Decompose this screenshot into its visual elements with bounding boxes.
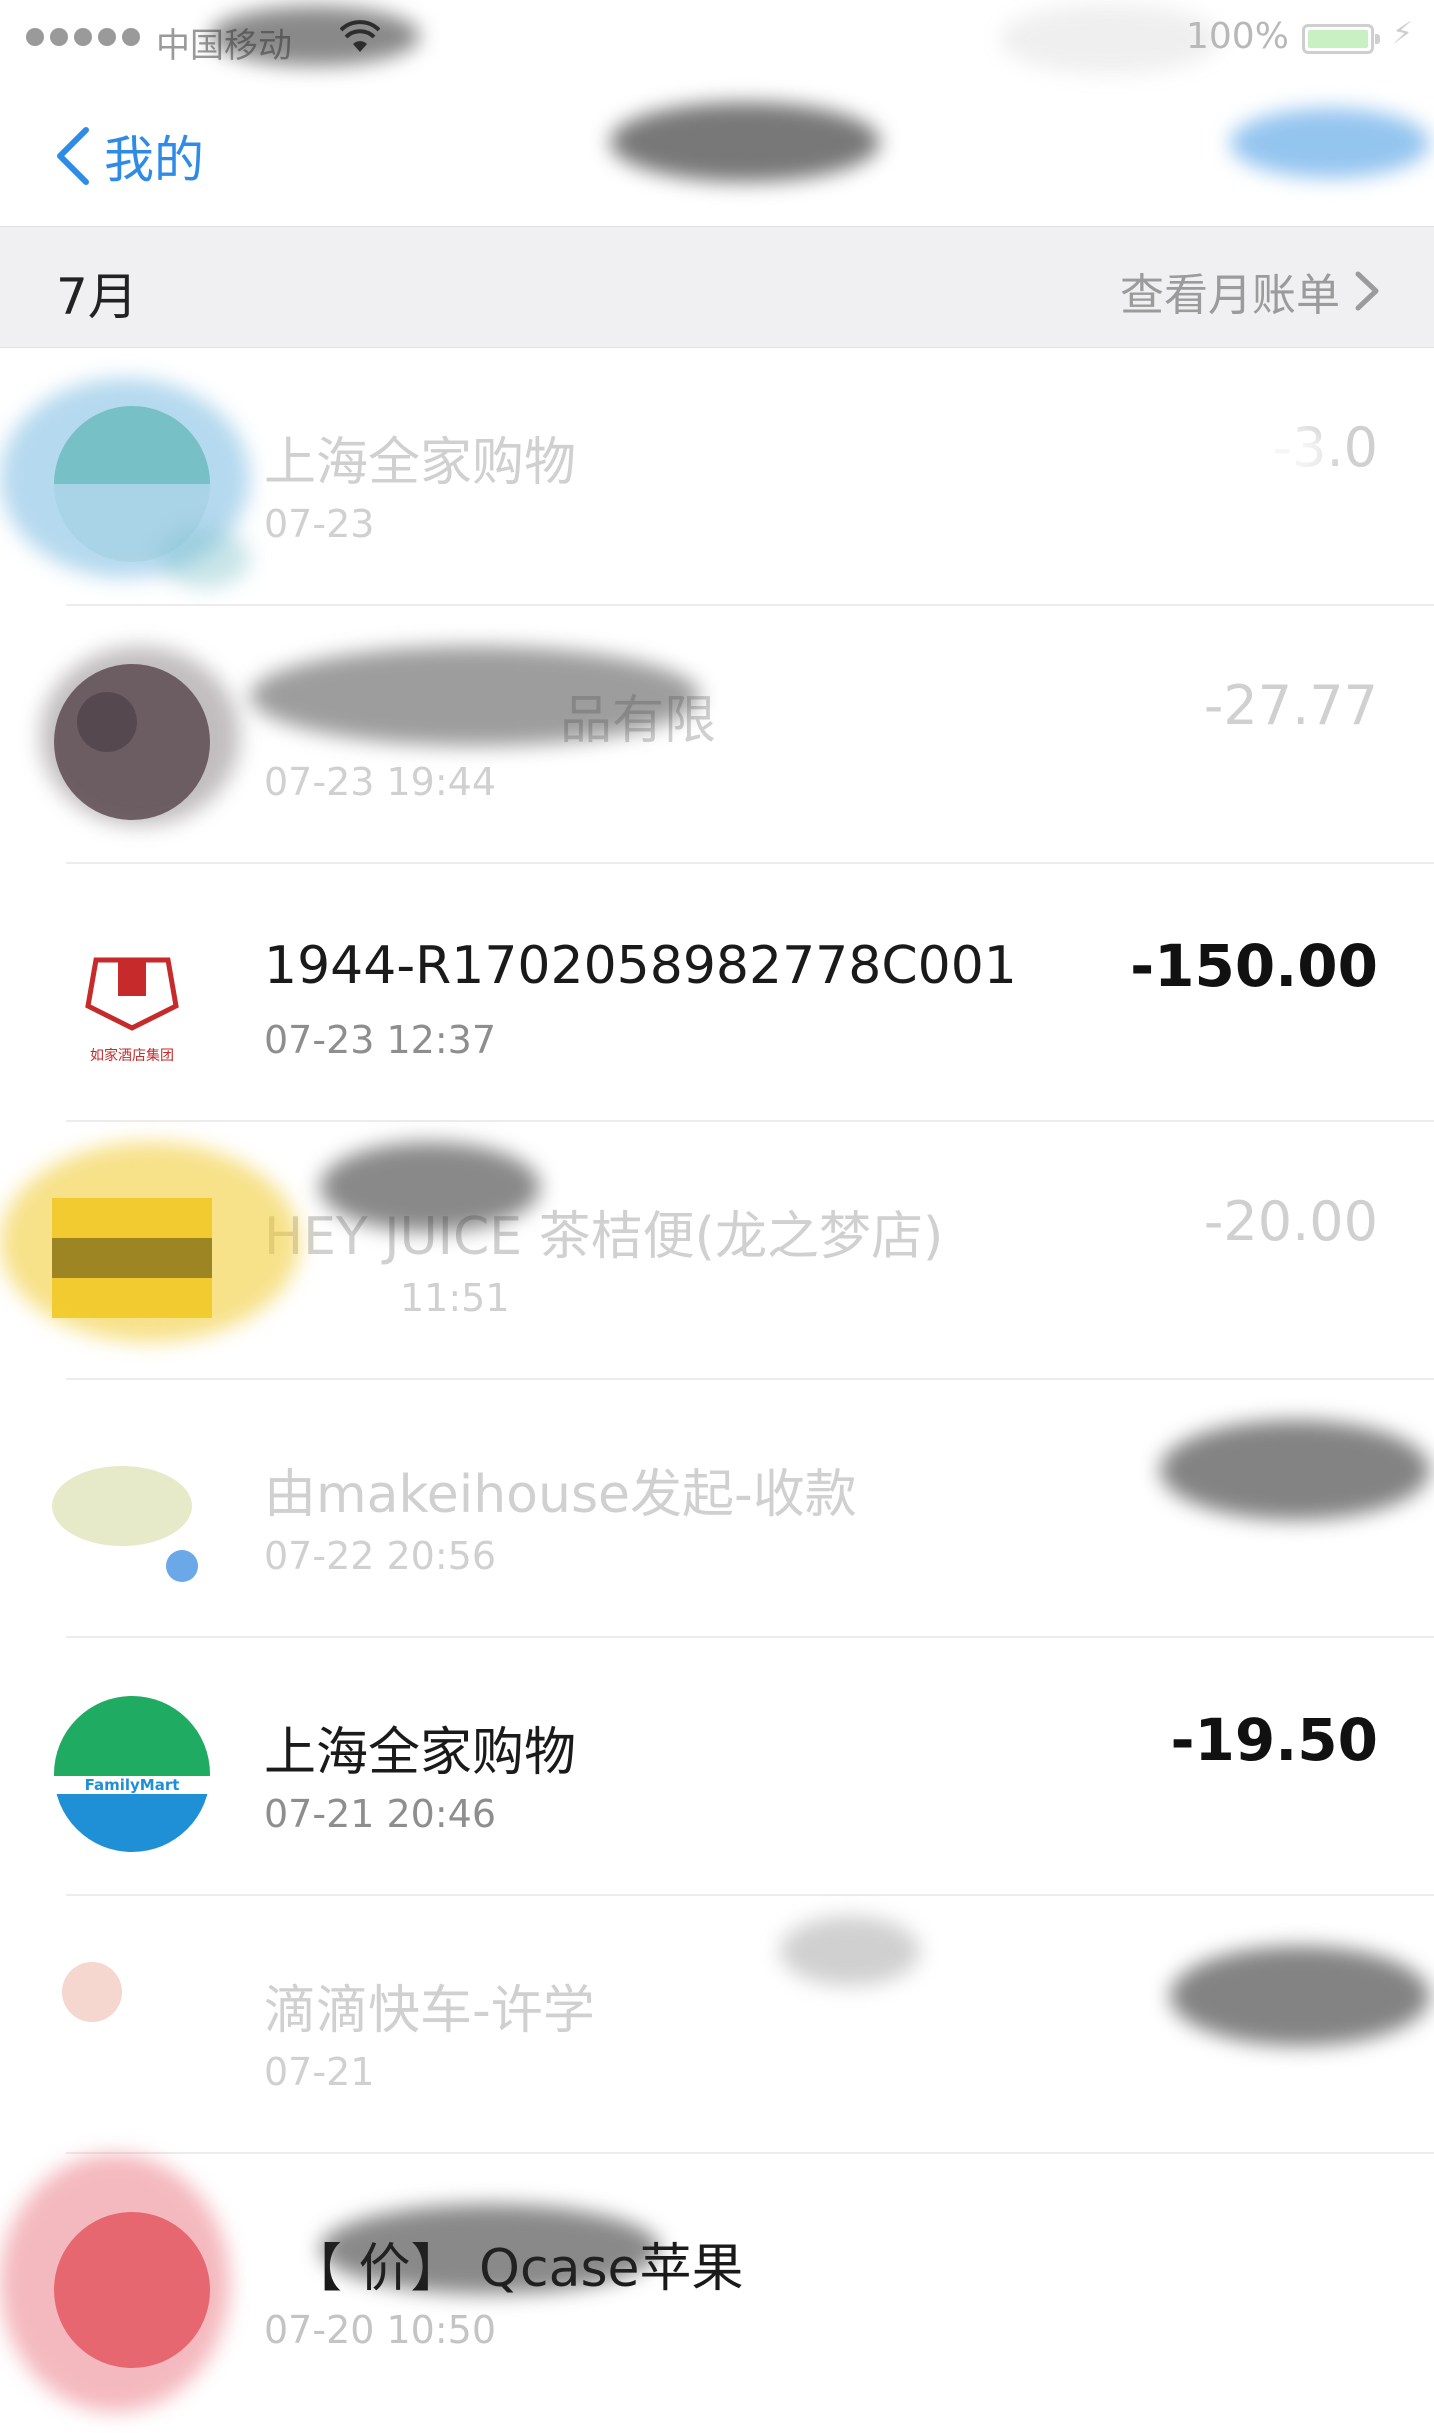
transaction-amount: -19.50 — [1170, 1706, 1378, 1774]
transaction-row[interactable]: HEY JUICE 茶桔便(龙之梦店) 11:51 -20.00 — [0, 1122, 1434, 1380]
transaction-row[interactable]: 上海全家购物 07-23 -3.0 — [0, 348, 1434, 606]
redaction-overlay — [0, 1896, 1434, 2154]
view-monthly-bill-link[interactable]: 查看月账单 — [1120, 259, 1382, 323]
view-monthly-bill-label: 查看月账单 — [1120, 270, 1340, 321]
battery-percentage: 100% — [1186, 16, 1289, 57]
transaction-title: 1944-R1702058982778C001 — [264, 936, 1017, 996]
transaction-time: 07-23 19:44 — [264, 760, 497, 804]
transaction-title: 上海全家购物 — [264, 433, 577, 493]
svg-text:如家酒店集团: 如家酒店集团 — [90, 1047, 174, 1064]
transaction-amount: -27.77 — [1203, 674, 1378, 737]
redaction-smudge — [610, 102, 880, 182]
didi-logo-icon — [62, 1962, 122, 2022]
transaction-amount: -20.00 — [1203, 1190, 1378, 1253]
transaction-row[interactable]: 如家酒店集团 1944-R1702058982778C001 07-23 12:… — [0, 864, 1434, 1122]
transaction-title: 上海全家购物 — [264, 1723, 577, 1783]
shop-avatar-icon — [54, 2212, 210, 2368]
transaction-row[interactable]: 滴滴快车-许学 07-21 — [0, 1896, 1434, 2154]
redaction-overlay — [0, 348, 1434, 606]
transaction-amount: -150.00 — [1130, 932, 1378, 1000]
transaction-row[interactable]: 【 价】 Qcase苹果 07-20 10:50 — [0, 2154, 1434, 2412]
transaction-row[interactable]: FamilyMart 上海全家购物 07-21 20:46 -19.50 — [0, 1638, 1434, 1896]
redaction-smudge — [210, 6, 420, 66]
familymart-logo-icon — [54, 406, 210, 562]
chevron-left-icon — [57, 127, 89, 185]
month-label: 7月 — [56, 268, 138, 326]
transaction-amount: -3.0 — [1272, 416, 1378, 479]
status-bar: 中国移动 100% ⚡ — [0, 0, 1434, 80]
rujia-hotel-logo-icon: 如家酒店集团 — [85, 957, 179, 1064]
transaction-time: 07-22 20:56 — [264, 1534, 497, 1578]
transaction-title: 由makeihouse发起-收款 — [264, 1465, 857, 1525]
transaction-title: 品有限 — [560, 691, 717, 751]
transaction-time: 07-23 12:37 — [264, 1018, 497, 1062]
signal-strength-icon — [26, 28, 140, 46]
svg-text:FamilyMart: FamilyMart — [85, 1776, 180, 1794]
navigation-bar: 我的 — [0, 80, 1434, 226]
transaction-title: 【 价】 Qcase苹果 — [290, 2239, 744, 2299]
user-avatar-icon — [52, 1466, 198, 1582]
chevron-right-icon — [1355, 271, 1379, 311]
transaction-list: 上海全家购物 07-23 -3.0 品有限 07-23 19:44 -27.77… — [0, 348, 1434, 2412]
merchant-avatar-icon — [54, 664, 210, 820]
transaction-time: 07-23 — [264, 502, 375, 546]
transaction-title: 滴滴快车-许学 — [264, 1981, 595, 2041]
transaction-time: 07-21 — [264, 2050, 375, 2094]
transaction-title: HEY JUICE 茶桔便(龙之梦店) — [264, 1207, 944, 1267]
transaction-time: 07-21 20:46 — [264, 1792, 497, 1836]
transaction-time: 11:51 — [400, 1276, 510, 1320]
charging-icon: ⚡ — [1392, 16, 1414, 51]
transaction-row[interactable]: 由makeihouse发起-收款 07-22 20:56 — [0, 1380, 1434, 1638]
transaction-time: 07-20 10:50 — [264, 2308, 497, 2352]
hey-juice-logo-icon — [52, 1198, 212, 1318]
transaction-row[interactable]: 品有限 07-23 19:44 -27.77 — [0, 606, 1434, 864]
familymart-logo-icon: FamilyMart — [54, 1696, 210, 1852]
month-header: 7月 查看月账单 — [0, 226, 1434, 348]
back-button[interactable]: 我的 — [50, 120, 204, 192]
battery-icon — [1302, 24, 1380, 54]
redaction-smudge — [1230, 108, 1430, 178]
back-button-label: 我的 — [104, 131, 204, 189]
